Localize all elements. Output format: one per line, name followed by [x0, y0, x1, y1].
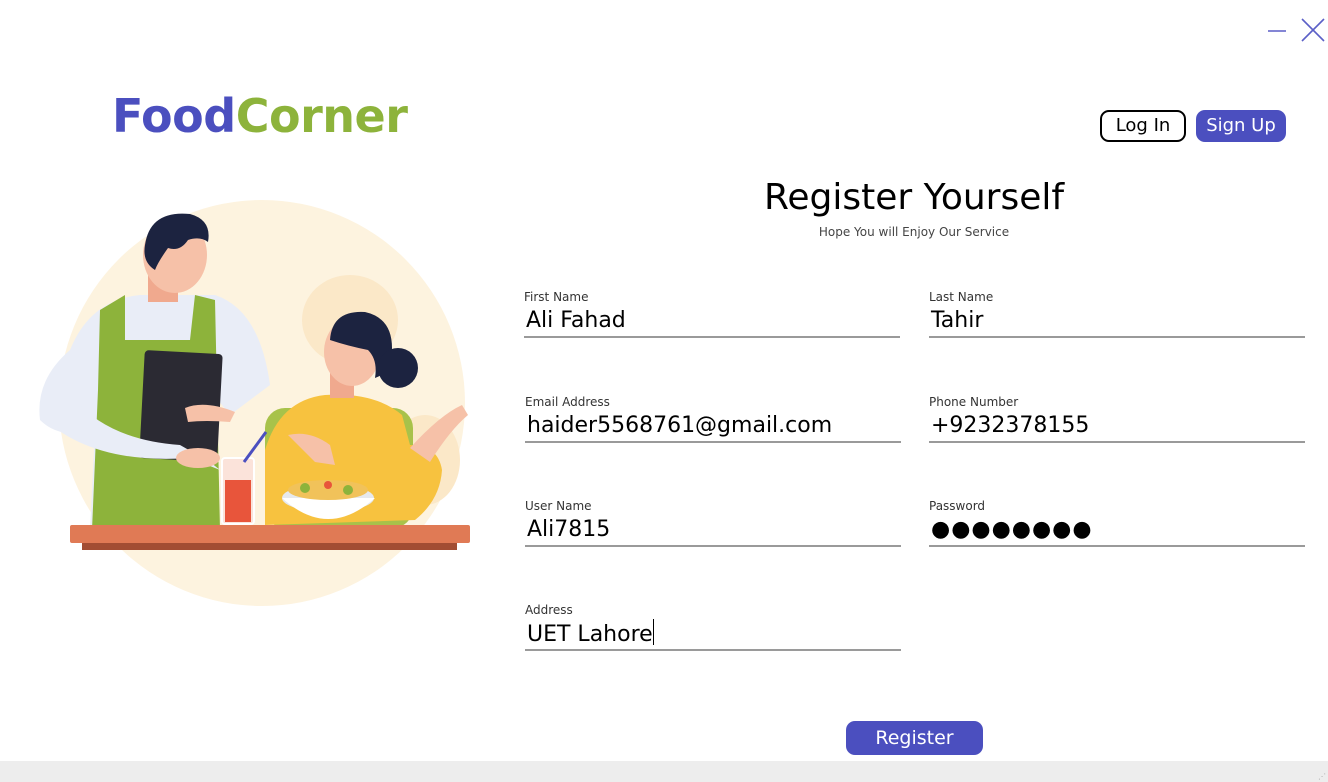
login-button[interactable]: Log In [1100, 110, 1186, 142]
last-name-label: Last Name [929, 290, 994, 304]
username-label: User Name [525, 499, 592, 513]
password-field: Password ●●●●●●●● [929, 497, 1305, 547]
form-subtitle: Hope You will Enjoy Our Service [818, 225, 1010, 239]
address-label: Address [525, 603, 573, 617]
password-input[interactable]: ●●●●●●●● [929, 515, 1305, 547]
password-label: Password [929, 499, 986, 513]
logo-part-food: Food [112, 89, 236, 143]
address-value: UET Lahore [527, 622, 653, 647]
form-title: Register Yourself [763, 177, 1065, 218]
username-input[interactable]: Ali7815 [525, 515, 901, 547]
app-logo: FoodCorner [112, 88, 408, 144]
email-label: Email Address [525, 395, 610, 409]
address-input[interactable]: UET Lahore [525, 619, 901, 651]
text-caret [652, 619, 654, 645]
last-name-input[interactable]: Tahir [929, 306, 1305, 338]
status-bar: ⋰ [0, 761, 1328, 782]
username-field: User Name Ali7815 [525, 497, 901, 547]
signup-button[interactable]: Sign Up [1196, 110, 1286, 142]
email-input[interactable]: haider5568761@gmail.com [525, 411, 901, 443]
address-field: Address UET Lahore [525, 601, 901, 651]
resize-grip-icon[interactable]: ⋰ [1318, 772, 1326, 781]
restaurant-illustration [39, 200, 470, 606]
logo-part-corner: Corner [235, 89, 408, 143]
email-field: Email Address haider5568761@gmail.com [525, 393, 901, 443]
phone-label: Phone Number [929, 395, 1019, 409]
register-button[interactable]: Register [846, 721, 983, 755]
first-name-label: First Name [524, 290, 589, 304]
first-name-input[interactable]: Ali Fahad [524, 306, 900, 338]
first-name-field: First Name Ali Fahad [524, 288, 900, 338]
last-name-field: Last Name Tahir [929, 288, 1305, 338]
phone-field: Phone Number +9232378155 [929, 393, 1305, 443]
close-icon[interactable] [1299, 16, 1327, 44]
minimize-icon[interactable] [1266, 22, 1288, 40]
phone-input[interactable]: +9232378155 [929, 411, 1305, 443]
